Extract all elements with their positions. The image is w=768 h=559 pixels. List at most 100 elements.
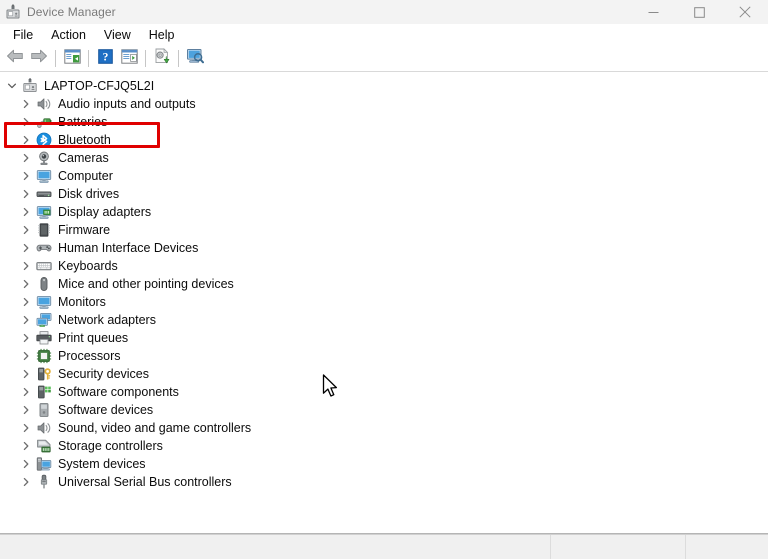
tree-item-label: Computer [58,169,113,183]
update-driver-icon [154,48,171,69]
properties-button[interactable] [117,47,141,70]
tree-row-network-adapters[interactable]: Network adapters [0,311,768,329]
tree-row-computer[interactable]: Computer [0,167,768,185]
chevron-right-icon[interactable] [18,384,34,400]
chevron-right-icon[interactable] [18,204,34,220]
software-device-icon [36,402,52,418]
chevron-right-icon[interactable] [18,456,34,472]
system-device-icon [36,456,52,472]
storage-controller-icon [36,438,52,454]
monitor-icon [36,168,52,184]
tree-row-monitors[interactable]: Monitors [0,293,768,311]
tree-item-label: Keyboards [58,259,118,273]
tree-item-label: Storage controllers [58,439,163,453]
firmware-chip-icon [36,222,52,238]
chevron-right-icon[interactable] [18,474,34,490]
tree-row-mice-and-other-pointing-devices[interactable]: Mice and other pointing devices [0,275,768,293]
chevron-right-icon[interactable] [18,276,34,292]
menu-item-action[interactable]: Action [42,25,95,46]
tree-row-display-adapters[interactable]: Display adapters [0,203,768,221]
tree-row-audio-inputs-and-outputs[interactable]: Audio inputs and outputs [0,95,768,113]
minimize-icon[interactable] [630,0,676,24]
tree-item-label: Cameras [58,151,109,165]
chevron-right-icon[interactable] [18,132,34,148]
console-tree-icon [63,48,81,69]
chevron-right-icon[interactable] [18,186,34,202]
tree-row-root[interactable]: LAPTOP-CFJQ5L2I [0,77,768,95]
toolbar-separator [55,50,56,67]
tree-row-software-components[interactable]: Software components [0,383,768,401]
tree-row-software-devices[interactable]: Software devices [0,401,768,419]
tree-row-print-queues[interactable]: Print queues [0,329,768,347]
bluetooth-icon [36,132,52,148]
computer-root-icon [22,78,38,94]
chevron-right-icon[interactable] [18,114,34,130]
tree-item-label: Human Interface Devices [58,241,199,255]
tree-row-disk-drives[interactable]: Disk drives [0,185,768,203]
chevron-right-icon[interactable] [18,96,34,112]
chevron-right-icon[interactable] [18,330,34,346]
show-hide-console-tree-button[interactable] [60,47,84,70]
tree-row-system-devices[interactable]: System devices [0,455,768,473]
properties-window-icon [120,48,138,69]
chevron-right-icon[interactable] [18,402,34,418]
usb-icon [36,474,52,490]
tree-row-processors[interactable]: Processors [0,347,768,365]
maximize-icon[interactable] [676,0,722,24]
tree-row-sound-video-and-game-controllers[interactable]: Sound, video and game controllers [0,419,768,437]
window-controls [630,0,768,24]
tree-item-label: Audio inputs and outputs [58,97,196,111]
forward-button[interactable] [27,47,51,70]
close-icon[interactable] [722,0,768,24]
toolbar-separator [88,50,89,67]
tree-row-storage-controllers[interactable]: Storage controllers [0,437,768,455]
chevron-down-icon[interactable] [4,78,20,94]
speaker-icon [36,420,52,436]
tree-row-universal-serial-bus-controllers[interactable]: Universal Serial Bus controllers [0,473,768,491]
window-title: Device Manager [27,5,116,19]
status-panel-end [686,535,768,559]
processor-icon [36,348,52,364]
device-tree-panel[interactable]: LAPTOP-CFJQ5L2I Audio inputs and outputs [0,72,768,533]
tree-row-security-devices[interactable]: Security devices [0,365,768,383]
update-driver-button[interactable] [150,47,174,70]
tree-item-label: Print queues [58,331,129,345]
chevron-right-icon[interactable] [18,312,34,328]
tree-root-label: LAPTOP-CFJQ5L2I [44,79,155,93]
tree-item-label: Batteries [58,115,108,129]
chevron-right-icon[interactable] [18,420,34,436]
chevron-right-icon[interactable] [18,150,34,166]
menu-item-help[interactable]: Help [140,25,184,46]
chevron-right-icon[interactable] [18,258,34,274]
chevron-right-icon[interactable] [18,348,34,364]
chevron-right-icon[interactable] [18,168,34,184]
toolbar-separator [178,50,179,67]
tree-item-label: Mice and other pointing devices [58,277,234,291]
tree-item-label: Universal Serial Bus controllers [58,475,232,489]
tree-row-batteries[interactable]: Batteries [0,113,768,131]
tree-row-human-interface-devices[interactable]: Human Interface Devices [0,239,768,257]
chevron-right-icon[interactable] [18,294,34,310]
tree-row-bluetooth[interactable]: Bluetooth [0,131,768,149]
chevron-right-icon[interactable] [18,240,34,256]
tree-row-keyboards[interactable]: Keyboards [0,257,768,275]
svg-text:?: ? [102,51,108,63]
chevron-right-icon[interactable] [18,222,34,238]
chevron-right-icon[interactable] [18,366,34,382]
status-panel-main [0,535,551,559]
menu-item-file[interactable]: File [4,25,42,46]
help-button[interactable]: ? [93,47,117,70]
printer-icon [36,330,52,346]
back-button[interactable] [3,47,27,70]
status-panel-middle [551,535,686,559]
tree-item-label: Monitors [58,295,106,309]
menu-item-view[interactable]: View [95,25,140,46]
tree-item-label: Sound, video and game controllers [58,421,252,435]
menu-bar: File Action View Help [0,24,768,46]
scan-hardware-changes-button[interactable] [183,47,207,70]
tree-row-firmware[interactable]: Firmware [0,221,768,239]
disk-drive-icon [36,186,52,202]
tree-row-cameras[interactable]: Cameras [0,149,768,167]
chevron-right-icon[interactable] [18,438,34,454]
software-component-icon [36,384,52,400]
